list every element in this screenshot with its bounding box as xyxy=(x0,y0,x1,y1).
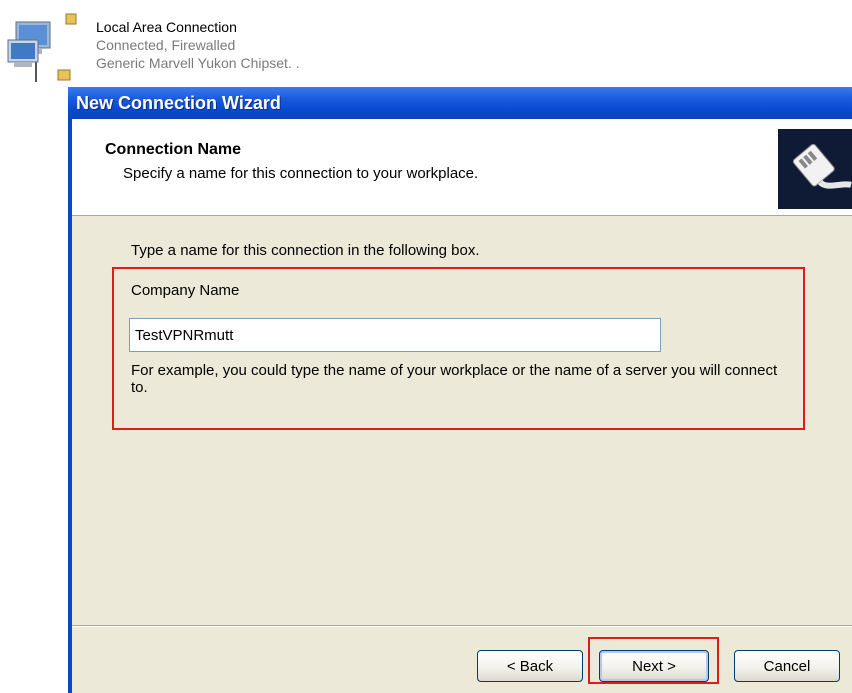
company-name-label: Company Name xyxy=(131,282,240,299)
instruction-text: Type a name for this connection in the f… xyxy=(131,242,480,259)
example-hint-text: For example, you could type the name of … xyxy=(131,362,778,396)
window-title: New Connection Wizard xyxy=(76,93,281,113)
new-connection-wizard-window: New Connection Wizard Connection Name Sp… xyxy=(68,87,852,693)
header-subtitle: Specify a name for this connection to yo… xyxy=(123,165,479,182)
connection-name-input[interactable] xyxy=(129,318,661,352)
back-button[interactable]: < Back xyxy=(477,650,583,682)
connection-device: Generic Marvell Yukon Chipset. . xyxy=(96,55,300,71)
connection-status: Connected, Firewalled xyxy=(96,37,236,53)
wizard-header: Connection Name Specify a name for this … xyxy=(72,119,852,216)
network-computers-icon xyxy=(7,13,77,82)
next-button[interactable]: Next > xyxy=(599,650,709,682)
button-separator xyxy=(72,625,852,627)
network-connection-item[interactable]: Local Area Connection Connected, Firewal… xyxy=(0,0,852,90)
connection-name: Local Area Connection xyxy=(96,19,237,35)
wizard-client-area: Connection Name Specify a name for this … xyxy=(72,119,852,693)
header-title: Connection Name xyxy=(105,141,242,158)
title-bar[interactable]: New Connection Wizard xyxy=(68,87,852,119)
network-cable-icon xyxy=(778,129,852,209)
cancel-button[interactable]: Cancel xyxy=(734,650,840,682)
